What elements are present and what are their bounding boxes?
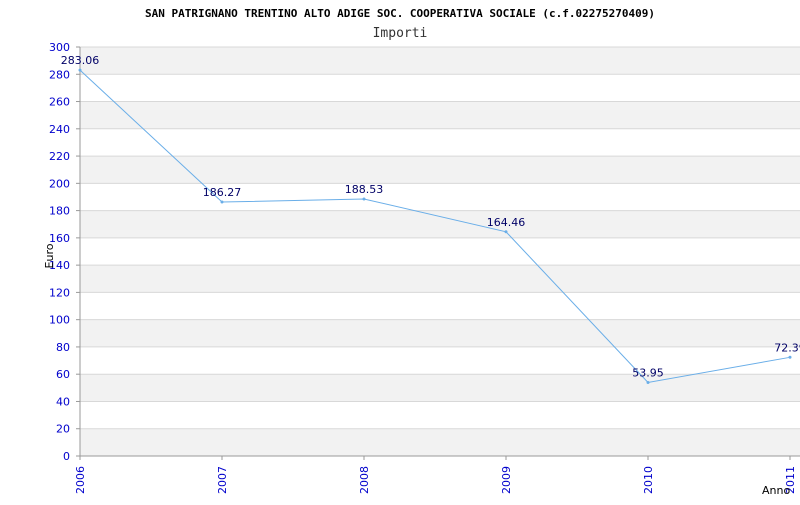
x-tick-label: 2008 (358, 466, 371, 494)
y-tick-label: 240 (49, 123, 70, 136)
grid-band (80, 428, 800, 456)
data-label: 186.27 (203, 186, 242, 199)
chart-subtitle: Importi (373, 26, 428, 41)
y-tick-label: 220 (49, 150, 70, 163)
y-tick-label: 40 (56, 395, 70, 408)
data-point (362, 197, 366, 201)
data-label: 164.46 (487, 216, 526, 229)
plot-bands (80, 47, 800, 456)
data-label: 72.39 (774, 341, 800, 354)
data-point (646, 380, 650, 384)
chart: 0 20 40 60 80 100 120 140 160 180 200 220 240 260 280 3… (0, 0, 800, 500)
data-label: 188.53 (345, 183, 384, 196)
y-tick-label: 280 (49, 68, 70, 81)
grid-band (80, 265, 800, 293)
y-axis-label: Euro (43, 243, 56, 268)
y-tick-label: 260 (49, 96, 70, 109)
data-point (504, 230, 508, 234)
y-tick-label: 80 (56, 341, 70, 354)
x-tick-label: 2010 (642, 466, 655, 494)
data-point (220, 200, 224, 204)
y-tick-label: 0 (63, 450, 70, 463)
data-label: 53.95 (632, 366, 664, 379)
y-tick-label: 300 (49, 41, 70, 54)
x-tick-label: 2006 (74, 466, 87, 494)
grid-band (80, 210, 800, 238)
chart-title: SAN PATRIGNANO TRENTINO ALTO ADIGE SOC. … (145, 7, 655, 20)
x-tick-label: 2007 (216, 466, 229, 494)
y-tick-label: 60 (56, 368, 70, 381)
y-tick-label: 180 (49, 205, 70, 218)
grid-band (80, 374, 800, 402)
grid-band (80, 156, 800, 184)
x-axis-label: Anno (762, 484, 790, 497)
data-point (788, 355, 792, 359)
x-tick-labels: 2006 2007 2008 2009 2010 2011 (74, 466, 797, 494)
data-label: 283.06 (61, 54, 100, 67)
grid-band (80, 101, 800, 129)
y-tick-label: 120 (49, 286, 70, 299)
line-chart: 0204060801001201401601802002202402602803… (43, 7, 800, 497)
y-tick-label: 100 (49, 314, 70, 327)
grid-band (80, 319, 800, 347)
data-point (78, 68, 82, 72)
grid-band (80, 47, 800, 75)
y-tick-label: 200 (49, 177, 70, 190)
y-tick-label: 160 (49, 232, 70, 245)
y-tick-label: 20 (56, 423, 70, 436)
x-tick-label: 2009 (500, 466, 513, 494)
